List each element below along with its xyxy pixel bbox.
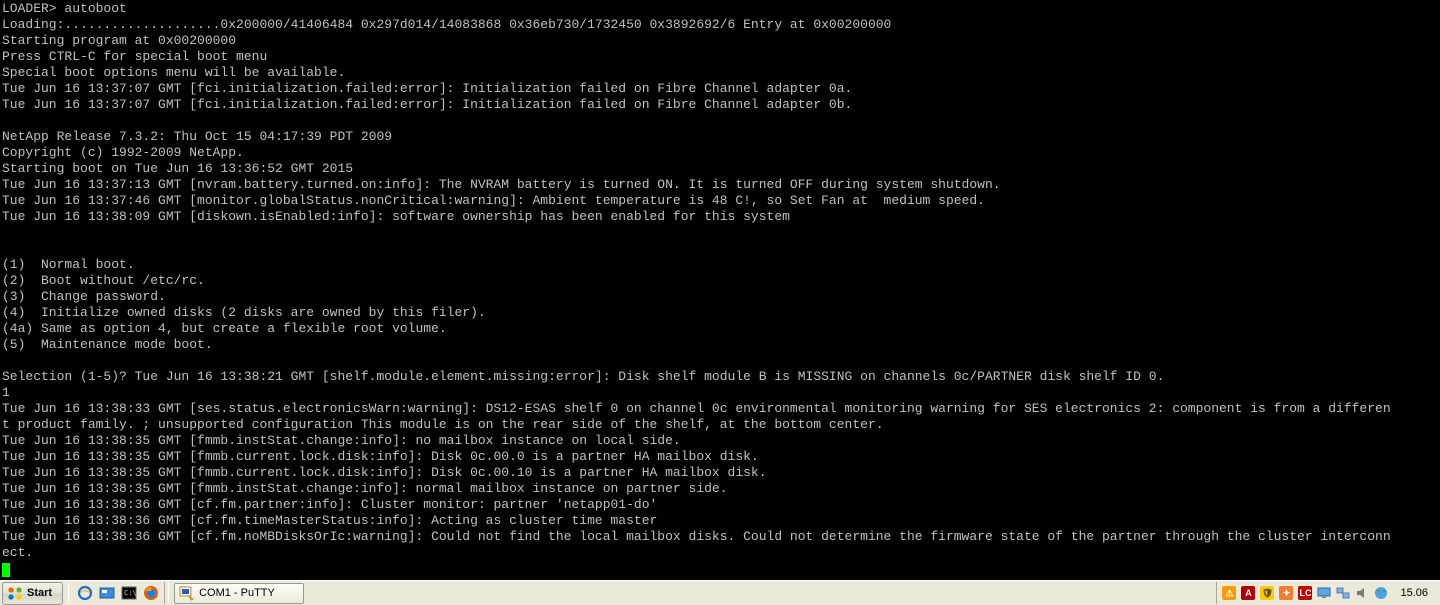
- term-line: Starting boot on Tue Jun 16 13:36:52 GMT…: [2, 161, 353, 176]
- term-line: Starting program at 0x00200000: [2, 33, 236, 48]
- ie-icon[interactable]: [76, 584, 94, 602]
- terminal-output[interactable]: LOADER> autoboot Loading:...............…: [0, 0, 1440, 580]
- term-line: Selection (1-5)? Tue Jun 16 13:38:21 GMT…: [2, 369, 1164, 384]
- term-line: Tue Jun 16 13:38:33 GMT [ses.status.elec…: [2, 401, 1391, 416]
- tray-adobe-icon[interactable]: A: [1240, 585, 1256, 601]
- cursor-block: [2, 563, 10, 577]
- tray-network-icon[interactable]: [1335, 585, 1351, 601]
- term-line: Loading:....................0x200000/414…: [2, 17, 891, 32]
- term-line: 1: [2, 385, 10, 400]
- term-line: (2) Boot without /etc/rc.: [2, 273, 205, 288]
- windows-taskbar: Start C:\ COM1 - PuTTY ⚠ A 🛡 ✦ LC 15.06: [0, 580, 1440, 605]
- term-line: Copyright (c) 1992-2009 NetApp.: [2, 145, 244, 160]
- start-button[interactable]: Start: [2, 582, 63, 605]
- term-line: ect.: [2, 545, 33, 560]
- tray-unknown-icon[interactable]: ✦: [1278, 585, 1294, 601]
- term-line: Tue Jun 16 13:38:35 GMT [fmmb.instStat.c…: [2, 481, 728, 496]
- term-line: Tue Jun 16 13:38:36 GMT [cf.fm.noMBDisks…: [2, 529, 1391, 544]
- windows-logo-icon: [7, 586, 23, 600]
- putty-icon: [179, 585, 195, 601]
- task-putty[interactable]: COM1 - PuTTY: [174, 583, 304, 604]
- term-line: Tue Jun 16 13:38:35 GMT [fmmb.instStat.c…: [2, 433, 681, 448]
- term-line: Press CTRL-C for special boot menu: [2, 49, 267, 64]
- task-label: COM1 - PuTTY: [199, 585, 275, 601]
- term-line: (5) Maintenance mode boot.: [2, 337, 213, 352]
- term-line: t product family. ; unsupported configur…: [2, 417, 884, 432]
- term-line: (1) Normal boot.: [2, 257, 135, 272]
- term-line: Tue Jun 16 13:38:35 GMT [fmmb.current.lo…: [2, 465, 767, 480]
- term-line: Special boot options menu will be availa…: [2, 65, 345, 80]
- svg-text:C:\: C:\: [124, 589, 137, 597]
- show-desktop-icon[interactable]: [98, 584, 116, 602]
- quicklaunch-bar: C:\: [72, 582, 165, 604]
- taskbar-clock[interactable]: 15.06: [1392, 585, 1436, 601]
- term-line: Tue Jun 16 13:38:35 GMT [fmmb.current.lo…: [2, 449, 759, 464]
- tray-monitor-icon[interactable]: [1316, 585, 1332, 601]
- system-tray: ⚠ A 🛡 ✦ LC 15.06: [1216, 582, 1440, 604]
- term-line: (3) Change password.: [2, 289, 166, 304]
- tray-security-icon[interactable]: ⚠: [1221, 585, 1237, 601]
- term-line: NetApp Release 7.3.2: Thu Oct 15 04:17:3…: [2, 129, 392, 144]
- tray-shield-icon[interactable]: 🛡: [1259, 585, 1275, 601]
- tray-lc-icon[interactable]: LC: [1297, 585, 1313, 601]
- tray-volume-icon[interactable]: [1354, 585, 1370, 601]
- term-line: Tue Jun 16 13:38:36 GMT [cf.fm.partner:i…: [2, 497, 657, 512]
- tray-globe-icon[interactable]: [1373, 585, 1389, 601]
- term-line: LOADER> autoboot: [2, 1, 127, 16]
- term-line: (4) Initialize owned disks (2 disks are …: [2, 305, 486, 320]
- term-line: Tue Jun 16 13:37:07 GMT [fci.initializat…: [2, 81, 852, 96]
- firefox-icon[interactable]: [142, 584, 160, 602]
- term-line: (4a) Same as option 4, but create a flex…: [2, 321, 447, 336]
- term-line: Tue Jun 16 13:37:46 GMT [monitor.globalS…: [2, 193, 985, 208]
- taskbar-divider: [168, 583, 169, 603]
- cmd-icon[interactable]: C:\: [120, 584, 138, 602]
- term-line: Tue Jun 16 13:37:07 GMT [fci.initializat…: [2, 97, 852, 112]
- term-line: Tue Jun 16 13:38:09 GMT [diskown.isEnabl…: [2, 209, 790, 224]
- term-line: Tue Jun 16 13:37:13 GMT [nvram.battery.t…: [2, 177, 1001, 192]
- term-line: Tue Jun 16 13:38:36 GMT [cf.fm.timeMaste…: [2, 513, 657, 528]
- taskbar-divider: [68, 583, 69, 603]
- start-label: Start: [27, 585, 52, 601]
